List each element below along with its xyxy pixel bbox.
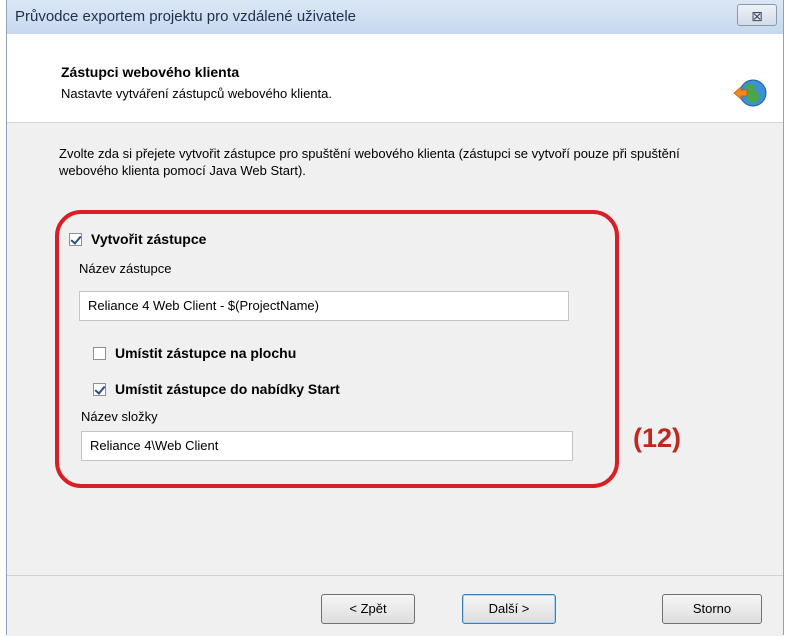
wizard-header: Zástupci webového klienta Nastavte vytvá… (7, 34, 783, 123)
close-button[interactable]: ⊠ (737, 4, 777, 26)
page-title: Zástupci webového klienta (61, 64, 240, 80)
cancel-button[interactable]: Storno (662, 594, 762, 624)
wizard-window: Průvodce exportem projektu pro vzdálené … (6, 0, 784, 636)
next-button[interactable]: Další > (462, 594, 556, 624)
intro-text: Zvolte zda si přejete vytvořit zástupce … (59, 146, 680, 178)
window-title: Průvodce exportem projektu pro vzdálené … (15, 8, 357, 25)
back-button[interactable]: < Zpět (321, 594, 415, 624)
wizard-footer: < Zpět Další > Storno (7, 575, 783, 636)
globe-arrow-icon (733, 79, 767, 107)
annotation-label: (12) (633, 423, 682, 453)
annotation-highlight (55, 210, 619, 488)
wizard-content: Zvolte zda si přejete vytvořit zástupce … (7, 123, 783, 575)
title-bar: Průvodce exportem projektu pro vzdálené … (7, 0, 783, 35)
page-subtitle: Nastavte vytváření zástupců webového kli… (61, 86, 332, 101)
